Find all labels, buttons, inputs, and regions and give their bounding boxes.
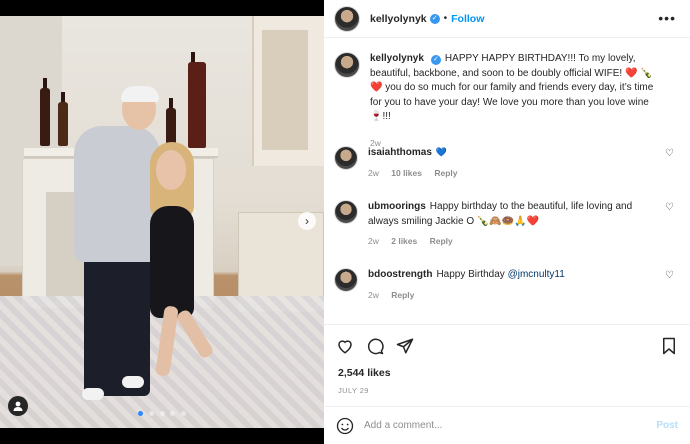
carousel-dot bbox=[181, 411, 187, 416]
verified-badge-icon: ✓ bbox=[430, 55, 441, 65]
comment-username[interactable]: bdoostrength bbox=[368, 269, 432, 280]
caption-body: kellyolynyk ✓ HAPPY HAPPY BIRTHDAY!!! To m… bbox=[370, 52, 666, 149]
photo-woman-head bbox=[156, 150, 186, 190]
photo-man-legs bbox=[84, 256, 150, 396]
comment-username[interactable]: ubmoorings bbox=[368, 201, 426, 212]
heart-icon[interactable] bbox=[336, 337, 354, 355]
comment-avatar[interactable] bbox=[334, 200, 358, 224]
person-tag-button[interactable] bbox=[8, 396, 28, 416]
post-details-panel: kellyolynyk ✓ • Follow ••• kellyolynyk ✓ H… bbox=[324, 0, 690, 444]
comment-item: bdoostrength Happy Birthday @jmcnulty11 2… bbox=[334, 268, 680, 301]
comment-username[interactable]: isaiahthomas bbox=[368, 147, 432, 158]
comment-age: 2w bbox=[368, 289, 379, 300]
carousel-dot bbox=[148, 411, 154, 416]
heart-icon[interactable]: ♡ bbox=[665, 270, 674, 281]
bookmark-icon[interactable] bbox=[660, 337, 678, 355]
person-tag-icon bbox=[13, 401, 23, 411]
carousel-dots bbox=[0, 408, 324, 419]
action-bar bbox=[324, 324, 690, 364]
reply-button[interactable]: Reply bbox=[391, 290, 414, 300]
post-header: kellyolynyk ✓ • Follow ••• bbox=[324, 0, 690, 38]
wine-bottle bbox=[40, 78, 50, 146]
add-comment-bar: Post bbox=[324, 406, 690, 444]
photo-woman bbox=[150, 206, 194, 318]
comment-item: ubmoorings Happy birthday to the beautifu… bbox=[334, 200, 680, 247]
reply-button[interactable]: Reply bbox=[434, 168, 457, 178]
author-avatar[interactable] bbox=[334, 5, 360, 32]
heart-icon[interactable]: ♡ bbox=[665, 148, 674, 159]
verified-badge-icon: ✓ bbox=[429, 13, 440, 24]
comment-meta: 2w 10 likes Reply bbox=[368, 167, 664, 179]
share-icon[interactable] bbox=[396, 337, 414, 355]
add-comment-input[interactable] bbox=[364, 420, 657, 431]
comment-body: ubmoorings Happy birthday to the beautifu… bbox=[368, 200, 664, 247]
photo-shoe bbox=[122, 376, 144, 388]
comments-list[interactable]: kellyolynyk ✓ HAPPY HAPPY BIRTHDAY!!! To m… bbox=[324, 38, 690, 324]
comment-age: 2w bbox=[368, 167, 379, 178]
comment-meta: 2w Reply bbox=[368, 289, 664, 301]
header-separator: • bbox=[443, 13, 448, 24]
comment-age: 2w bbox=[368, 236, 379, 246]
caption-username[interactable]: kellyolynyk bbox=[370, 53, 424, 64]
author-username[interactable]: kellyolynyk bbox=[370, 13, 427, 25]
reply-button[interactable]: Reply bbox=[430, 236, 453, 246]
carousel-next-button[interactable]: › bbox=[298, 212, 316, 230]
caption-avatar[interactable] bbox=[334, 52, 360, 78]
comment-avatar[interactable] bbox=[334, 268, 358, 292]
instagram-post: › kellyolynyk ✓ • Follow ••• kellyolynyk… bbox=[0, 0, 690, 444]
carousel-dot bbox=[137, 411, 143, 416]
comment-meta: 2w 2 likes Reply bbox=[368, 235, 664, 247]
comment-body: bdoostrength Happy Birthday @jmcnulty11 2… bbox=[368, 268, 664, 301]
post-date: JULY 29 bbox=[338, 386, 369, 395]
comment-text: Happy Birthday bbox=[436, 269, 508, 280]
comment-avatar[interactable] bbox=[334, 146, 358, 170]
photo-hutch-glass bbox=[262, 30, 308, 150]
chevron-right-icon: › bbox=[305, 214, 309, 228]
carousel-dot bbox=[170, 411, 176, 416]
comment-likes[interactable]: 10 likes bbox=[391, 168, 422, 178]
post-photo-area: › bbox=[0, 0, 324, 444]
comment-body: isaiahthomas 💙 2w 10 likes Reply bbox=[368, 146, 664, 179]
photo-man bbox=[74, 126, 160, 262]
wine-bottle bbox=[188, 52, 206, 148]
comment-mention-link[interactable]: @jmcnulty11 bbox=[508, 269, 565, 280]
post-photo[interactable] bbox=[0, 16, 324, 428]
carousel-dot bbox=[159, 411, 165, 416]
likes-count[interactable]: 2,544 likes bbox=[338, 367, 391, 379]
comment-item: isaiahthomas 💙 2w 10 likes Reply ♡ bbox=[334, 146, 680, 179]
more-options-icon[interactable]: ••• bbox=[658, 10, 676, 26]
caption: kellyolynyk ✓ HAPPY HAPPY BIRTHDAY!!! To m… bbox=[334, 52, 680, 149]
post-comment-button[interactable]: Post bbox=[656, 420, 678, 431]
comment-text: 💙 bbox=[435, 147, 448, 157]
wine-bottle bbox=[58, 92, 68, 146]
follow-button[interactable]: Follow bbox=[451, 13, 484, 25]
photo-cap bbox=[121, 86, 159, 102]
comment-icon[interactable] bbox=[366, 337, 384, 355]
emoji-icon[interactable] bbox=[336, 417, 354, 435]
heart-icon[interactable]: ♡ bbox=[665, 202, 674, 213]
comment-likes[interactable]: 2 likes bbox=[391, 236, 417, 246]
photo-shoe bbox=[82, 388, 104, 400]
